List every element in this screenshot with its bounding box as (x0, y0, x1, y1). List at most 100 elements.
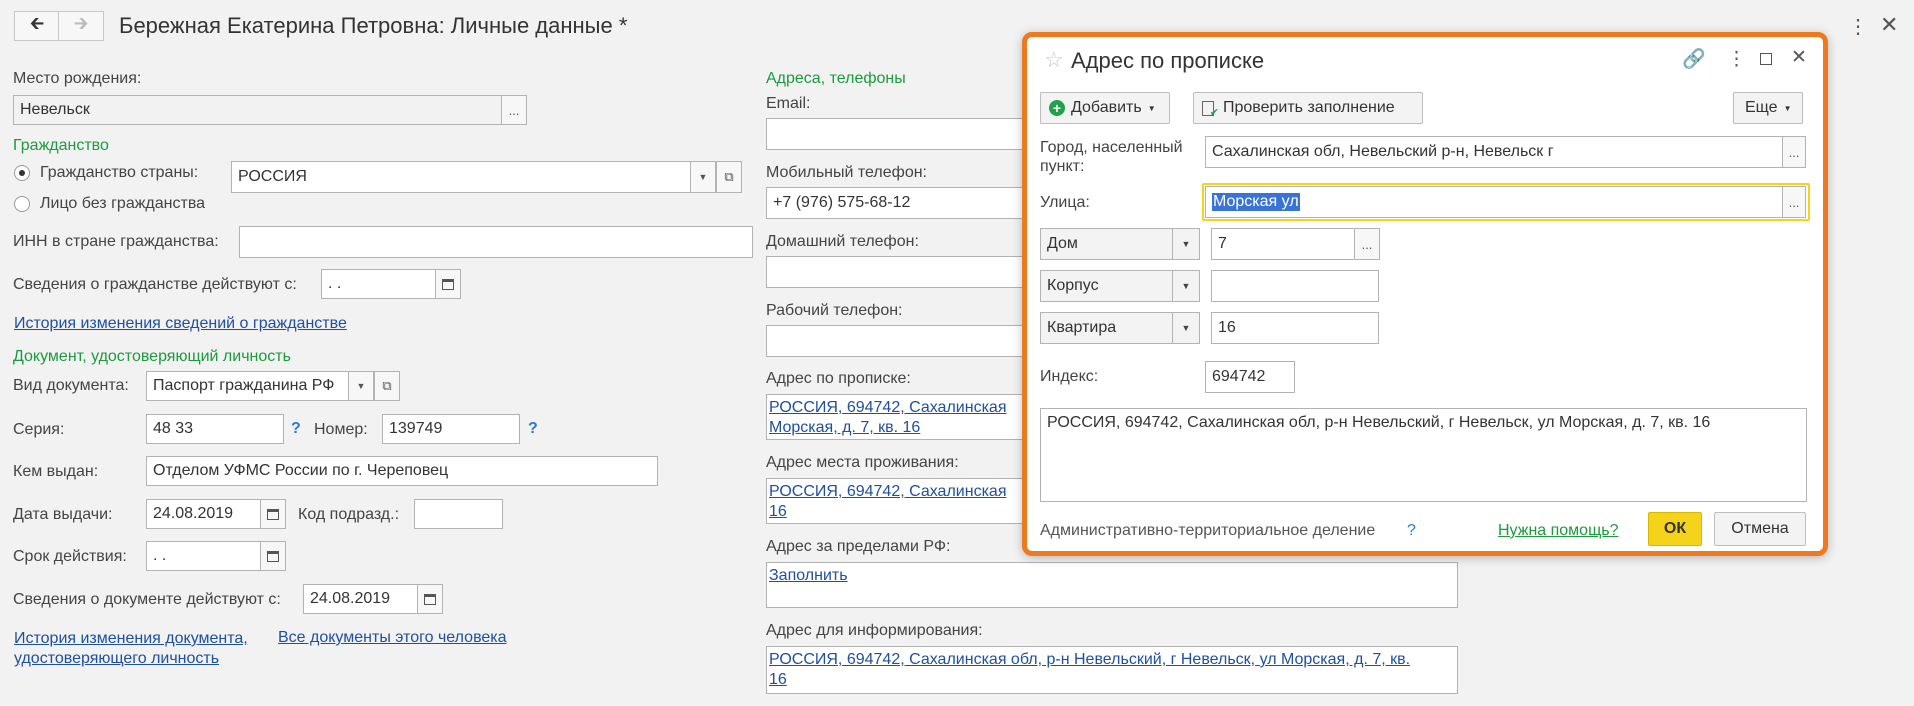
calendar-icon (267, 508, 279, 520)
expiry-label: Срок действия: (13, 548, 127, 565)
info-address-field[interactable]: РОССИЯ, 694742, Сахалинская обл, р-н Нев… (766, 646, 1458, 694)
back-button[interactable]: 🡰 (14, 11, 60, 41)
foreign-address-field[interactable]: Заполнить (766, 562, 1458, 608)
house-type-value: Дом (1047, 235, 1078, 252)
building-field[interactable] (1211, 270, 1379, 302)
more-button-label: Еще (1745, 99, 1778, 116)
doc-history-link[interactable]: История изменения документа, удостоверяю… (14, 629, 248, 669)
birthplace-select-button[interactable]: ... (501, 95, 527, 125)
dept-code-field[interactable] (414, 499, 503, 529)
apartment-field[interactable]: 16 (1211, 312, 1379, 344)
plus-circle-icon: + (1049, 100, 1065, 116)
star-icon[interactable]: ☆ (1044, 47, 1064, 73)
building-type-value: Корпус (1047, 277, 1099, 294)
residence-address-field[interactable]: РОССИЯ, 694742, Сахалинская 16 (766, 478, 1046, 524)
maximize-icon[interactable] (1760, 53, 1772, 65)
close-icon[interactable]: ✕ (1880, 12, 1898, 38)
street-value: Морская ул (1212, 193, 1300, 211)
street-label: Улица: (1040, 194, 1090, 211)
index-label: Индекс: (1040, 368, 1099, 385)
add-button[interactable]: + Добавить ▼ (1040, 92, 1170, 124)
page-title: Бережная Екатерина Петровна: Личные данн… (119, 13, 628, 38)
series-help-icon[interactable]: ? (291, 420, 301, 438)
calendar-icon (442, 278, 454, 290)
doc-type-dropdown-button[interactable]: ▼ (348, 371, 374, 401)
dept-code-label: Код подразд.: (298, 506, 400, 523)
number-field[interactable]: 139749 (382, 414, 520, 444)
registration-address-line2[interactable]: Морская, д. 7, кв. 16 (769, 419, 920, 436)
house-field[interactable]: 7 (1211, 228, 1355, 260)
birthplace-field[interactable]: Невельск (13, 95, 503, 125)
radio-citizenship-country[interactable] (14, 165, 30, 181)
doc-valid-calendar-button[interactable] (417, 584, 443, 614)
house-type-select[interactable]: Дом ▼ (1040, 228, 1200, 260)
series-field[interactable]: 48 33 (146, 414, 284, 444)
cancel-button[interactable]: Отмена (1714, 512, 1806, 546)
residence-address-line1[interactable]: РОССИЯ, 694742, Сахалинская (769, 483, 1006, 500)
doc-valid-date-field[interactable]: 24.08.2019 (303, 584, 419, 614)
close-icon[interactable]: ✕ (1791, 46, 1807, 69)
help-link[interactable]: Нужна помощь? (1498, 522, 1618, 540)
arrow-right-icon: 🡲 (73, 13, 89, 33)
radio-stateless-label: Лицо без гражданства (40, 195, 206, 212)
city-label: Город, населенный пункт: (1040, 138, 1183, 176)
open-form-icon: ⧉ (382, 378, 392, 393)
citizenship-history-link[interactable]: История изменения сведений о гражданстве (14, 315, 347, 333)
email-field[interactable] (766, 118, 1046, 150)
foreign-address-fill-link[interactable]: Заполнить (769, 567, 848, 584)
doc-history-link-line2: удостоверяющего личность (14, 650, 220, 667)
mobile-phone-field[interactable]: +7 (976) 575-68-12 (766, 187, 1046, 219)
apartment-type-select[interactable]: Квартира ▼ (1040, 312, 1200, 344)
issue-date-field[interactable]: 24.08.2019 (146, 499, 262, 529)
house-select-button[interactable]: ... (1354, 228, 1380, 260)
doc-type-field[interactable]: Паспорт гражданина РФ (146, 371, 349, 401)
ok-button[interactable]: ОК (1648, 512, 1702, 546)
country-open-button[interactable]: ⧉ (716, 161, 742, 193)
forward-button[interactable]: 🡲 (58, 11, 104, 41)
home-phone-field[interactable] (766, 256, 1046, 288)
city-select-button[interactable]: ... (1782, 136, 1806, 168)
country-dropdown-button[interactable]: ▼ (690, 161, 716, 193)
all-docs-link[interactable]: Все документы этого человека (278, 629, 507, 647)
admin-division-help-icon[interactable]: ? (1407, 522, 1416, 540)
building-type-select[interactable]: Корпус ▼ (1040, 270, 1200, 302)
issued-by-field[interactable]: Отделом УФМС России по г. Череповец (146, 456, 658, 486)
full-address-field[interactable]: РОССИЯ, 694742, Сахалинская обл, р-н Нев… (1040, 408, 1807, 502)
expiry-date-field[interactable]: . . (146, 541, 262, 571)
vertical-dots-icon[interactable]: ⋮ (1848, 14, 1868, 39)
index-field[interactable]: 694742 (1205, 361, 1295, 393)
info-address-line1[interactable]: РОССИЯ, 694742, Сахалинская обл, р-н Нев… (769, 651, 1410, 668)
issue-date-calendar-button[interactable] (260, 499, 286, 529)
expiry-calendar-button[interactable] (260, 541, 286, 571)
info-address-line2[interactable]: 16 (769, 671, 787, 688)
chevron-down-icon: ▼ (698, 172, 708, 182)
admin-division-label: Административно-территориальное деление (1040, 522, 1376, 539)
work-phone-field[interactable] (766, 325, 1046, 357)
link-icon[interactable]: 🔗 (1682, 47, 1706, 71)
radio-stateless[interactable] (14, 196, 30, 212)
number-help-icon[interactable]: ? (528, 420, 538, 438)
doc-type-label: Вид документа: (13, 377, 129, 394)
apartment-type-value: Квартира (1047, 319, 1117, 336)
document-section-title: Документ, удостоверяющий личность (13, 348, 291, 365)
registration-address-field[interactable]: РОССИЯ, 694742, Сахалинская Морская, д. … (766, 394, 1046, 440)
doc-type-open-button[interactable]: ⧉ (374, 371, 400, 401)
residence-address-label: Адрес места проживания: (766, 454, 959, 471)
chevron-down-icon: ▼ (1172, 271, 1199, 301)
street-field[interactable]: Морская ул (1205, 186, 1783, 218)
residence-address-line2[interactable]: 16 (769, 503, 787, 520)
registration-address-label: Адрес по прописке: (766, 370, 911, 387)
city-field[interactable]: Сахалинская обл, Невельский р-н, Невельс… (1205, 136, 1783, 168)
chevron-down-icon: ▼ (1147, 103, 1156, 113)
city-label-line2: пункт: (1040, 158, 1085, 175)
inn-field[interactable] (239, 226, 753, 258)
registration-address-line1[interactable]: РОССИЯ, 694742, Сахалинская (769, 399, 1006, 416)
street-select-button[interactable]: ... (1782, 186, 1806, 218)
check-fill-button[interactable]: ✔ Проверить заполнение (1193, 92, 1423, 124)
citizenship-valid-calendar-button[interactable] (435, 269, 461, 299)
vertical-dots-icon[interactable]: ⋮ (1727, 48, 1746, 71)
citizenship-valid-date-field[interactable]: . . (321, 269, 437, 299)
more-button[interactable]: Еще ▼ (1733, 92, 1803, 124)
country-field[interactable]: РОССИЯ (231, 161, 691, 193)
doc-valid-label: Сведения о документе действуют с: (13, 591, 281, 608)
